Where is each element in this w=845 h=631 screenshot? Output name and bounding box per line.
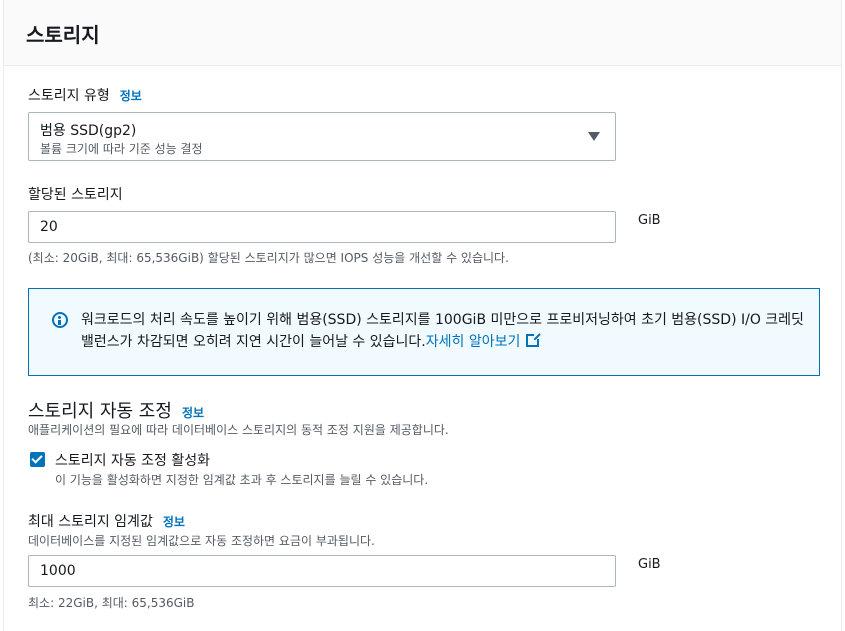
max-threshold-description: 데이터베이스를 지정된 임계값으로 자동 조정하면 요금이 부과됩니다.	[28, 534, 375, 548]
autoscaling-title-row: 스토리지 자동 조정 정보	[28, 397, 204, 423]
panel-title: 스토리지	[26, 23, 100, 47]
max-threshold-input[interactable]: 1000	[28, 555, 616, 587]
alert-text: 워크로드의 처리 속도를 높이기 위해 범용(SSD) 스토리지를 100GiB…	[81, 309, 811, 353]
allocated-storage-hint: (최소: 20GiB, 최대: 65,536GiB) 할당된 스토리지가 많으면…	[28, 251, 509, 265]
autoscaling-checkbox[interactable]	[30, 452, 45, 467]
storage-type-select[interactable]: 범용 SSD(gp2) 볼륨 크기에 따라 기준 성능 결정	[28, 112, 616, 161]
storage-panel: 스토리지 스토리지 유형 정보 범용 SSD(gp2) 볼륨 크기에 따라 기준 …	[3, 0, 842, 631]
max-threshold-info-link[interactable]: 정보	[163, 515, 185, 529]
max-threshold-label: 최대 스토리지 임계값	[28, 514, 153, 530]
autoscaling-checkbox-description: 이 기능을 활성화하면 지정한 임계값 초과 후 스토리지를 늘릴 수 있습니다…	[55, 473, 429, 487]
info-alert: 워크로드의 처리 속도를 높이기 위해 범용(SSD) 스토리지를 100GiB…	[28, 288, 820, 376]
info-icon	[52, 312, 68, 328]
storage-type-label-row: 스토리지 유형 정보	[28, 85, 142, 105]
autoscaling-title: 스토리지 자동 조정	[28, 401, 172, 422]
learn-more-link[interactable]: 자세히 알아보기	[425, 332, 542, 350]
max-threshold-unit: GiB	[638, 557, 661, 572]
autoscaling-checkbox-label[interactable]: 스토리지 자동 조정 활성화	[55, 450, 210, 470]
storage-type-info-link[interactable]: 정보	[120, 89, 142, 103]
storage-type-selected-description: 볼륨 크기에 따라 기준 성능 결정	[40, 142, 203, 156]
storage-type-selected-value: 범용 SSD(gp2)	[40, 123, 137, 139]
storage-type-label: 스토리지 유형	[28, 88, 110, 104]
caret-down-icon	[588, 132, 600, 141]
allocated-storage-unit: GiB	[638, 213, 661, 228]
allocated-storage-label: 할당된 스토리지	[28, 187, 123, 203]
autoscaling-info-link[interactable]: 정보	[182, 406, 204, 420]
allocated-storage-input[interactable]: 20	[28, 211, 616, 243]
learn-more-label: 자세히 알아보기	[425, 334, 521, 350]
panel-header: 스토리지	[4, 0, 841, 66]
max-threshold-label-row: 최대 스토리지 임계값 정보	[28, 511, 185, 531]
max-threshold-hint: 최소: 22GiB, 최대: 65,536GiB	[28, 596, 195, 610]
autoscaling-description: 애플리케이션의 필요에 따라 데이터베이스 스토리지의 동적 조정 지원을 제공…	[28, 423, 449, 437]
external-link-icon	[526, 332, 542, 347]
